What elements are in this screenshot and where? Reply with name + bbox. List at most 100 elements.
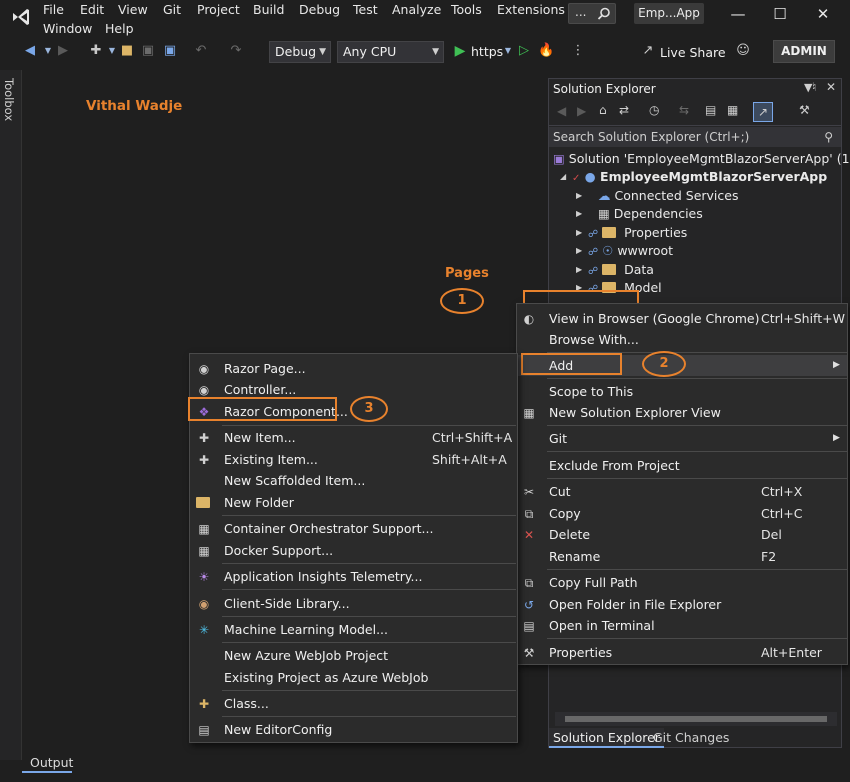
tab-solution-explorer[interactable]: Solution Explorer [549,728,664,748]
live-share-button[interactable]: Live Share [660,45,726,60]
show-all-files-icon[interactable]: ▦ [727,103,738,117]
menu-extensions[interactable]: Extensions [497,2,565,17]
forward-icon[interactable]: ▶ [577,104,586,118]
tree-node-label: Dependencies [613,206,703,221]
forward-icon[interactable]: ▶ [55,43,71,59]
hot-reload-icon[interactable]: 🔥 [538,43,554,59]
menu-copy-full-path[interactable]: ⧉ Copy Full Path [517,572,847,593]
back-icon[interactable]: ◀ [557,104,566,118]
toolbox-tab[interactable]: Toolbox [2,78,16,121]
preview-selected-icon[interactable]: ↗ [753,102,773,122]
toolbar-overflow-icon[interactable]: ⋮ [570,43,586,59]
feedback-icon[interactable]: ☺ [735,43,751,59]
close-icon[interactable]: ✕ [803,2,843,26]
menu-exclude-from-project[interactable]: Exclude From Project [517,455,847,476]
maximize-icon[interactable]: ☐ [760,2,800,26]
menu-debug[interactable]: Debug [299,2,340,17]
menu-new-folder[interactable]: New Folder [190,492,517,513]
menu-build[interactable]: Build [253,2,284,17]
menu-analyze[interactable]: Analyze [392,2,441,17]
menu-docker-support[interactable]: ▦ Docker Support... [190,540,517,561]
menu-open-folder[interactable]: ↺ Open Folder in File Explorer [517,594,847,615]
tree-solution-node[interactable]: ▣ Solution 'EmployeeMgmtBlazorServerApp'… [553,150,850,168]
menu-container-orchestrator[interactable]: ▦ Container Orchestrator Support... [190,518,517,539]
terminal-icon: ▤ [523,619,535,633]
menu-class[interactable]: ✚ Class... [190,693,517,714]
menu-view[interactable]: View [118,2,148,17]
menu-cut[interactable]: ✂ Cut Ctrl+X [517,481,847,502]
tree-project-node[interactable]: ◢ ✓ ● EmployeeMgmtBlazorServerApp [558,168,827,186]
menu-project[interactable]: Project [197,2,240,17]
horizontal-scrollbar[interactable] [555,712,837,726]
new-dropdown-icon[interactable]: ▼ [104,43,120,59]
menu-machine-learning-model[interactable]: ✳ Machine Learning Model... [190,619,517,640]
start-debugging-icon[interactable]: ▶ [452,43,468,59]
submenu-arrow-icon: ▶ [833,433,840,443]
menu-rename[interactable]: Rename F2 [517,546,847,567]
menu-label: Scope to This [549,384,634,399]
undo-icon[interactable]: ↶ [193,43,209,59]
menu-new-azure-webjob[interactable]: New Azure WebJob Project [190,645,517,666]
live-share-icon[interactable]: ↗ [640,43,656,59]
output-tab[interactable]: Output [30,755,73,770]
menu-git[interactable]: Git ▶ [517,428,847,449]
properties-wrench-icon[interactable]: ⚒ [799,103,810,117]
menu-window[interactable]: Window [43,21,92,36]
menu-delete[interactable]: ✕ Delete Del [517,524,847,545]
save-icon[interactable]: ▣ [140,43,156,59]
open-folder-icon[interactable]: ■ [119,43,135,59]
minimize-icon[interactable]: — [718,2,758,26]
admin-badge[interactable]: ADMIN [773,40,835,63]
menu-copy[interactable]: ⧉ Copy Ctrl+C [517,503,847,524]
solution-explorer-search[interactable]: Search Solution Explorer (Ctrl+;) ⚲ [549,127,841,147]
menu-scope-to-this[interactable]: Scope to This [517,381,847,402]
new-project-icon[interactable]: ✚ [88,43,104,59]
menu-properties[interactable]: ⚒ Properties Alt+Enter [517,642,847,663]
menu-git[interactable]: Git [163,2,181,17]
swap-icon[interactable]: ⇆ [679,103,689,117]
sync-icon[interactable]: ⇄ [619,103,629,117]
start-without-debugging-icon[interactable]: ▷ [516,43,532,59]
run-target-label[interactable]: https [471,44,503,59]
scrollbar-thumb[interactable] [565,716,827,722]
menu-new-editorconfig[interactable]: ▤ New EditorConfig [190,719,517,740]
collapse-all-icon[interactable]: ▤ [705,103,716,117]
menu-help[interactable]: Help [105,21,134,36]
menu-test[interactable]: Test [353,2,378,17]
tree-properties[interactable]: ▶ ☍ Properties [576,224,687,242]
menu-new-solution-explorer-view[interactable]: ▦ New Solution Explorer View [517,402,847,423]
back-dropdown-icon[interactable]: ▼ [40,43,56,59]
menu-client-side-library[interactable]: ◉ Client-Side Library... [190,593,517,614]
menu-existing-azure-webjob[interactable]: Existing Project as Azure WebJob [190,667,517,688]
menu-existing-item[interactable]: ✚ Existing Item... Shift+Alt+A [190,449,517,470]
tree-dependencies[interactable]: ▶ ▦ Dependencies [576,205,703,223]
menu-razor-page[interactable]: ◉ Razor Page... [190,358,517,379]
tree-data[interactable]: ▶ ☍ Data [576,261,654,279]
tab-git-changes[interactable]: Git Changes [653,728,729,748]
solution-platform-combo[interactable]: Any CPU ▼ [337,41,444,63]
tree-wwwroot[interactable]: ▶ ☍ ☉ wwwroot [576,242,673,260]
pin-icon[interactable]: ♮ [812,80,816,94]
save-all-icon[interactable]: ▣ [162,43,178,59]
run-target-dropdown-icon[interactable]: ▼ [500,43,516,59]
close-panel-icon[interactable]: ✕ [826,80,836,94]
menu-open-in-terminal[interactable]: ▤ Open in Terminal [517,615,847,636]
menu-new-scaffolded-item[interactable]: New Scaffolded Item... [190,470,517,491]
history-icon[interactable]: ◷ [649,103,659,117]
menu-tools[interactable]: Tools [451,2,482,17]
global-search-box[interactable]: ... [568,3,616,24]
solution-configuration-combo[interactable]: Debug ▼ [269,41,331,63]
controller-icon: ◉ [198,383,210,397]
menu-label: New EditorConfig [224,722,333,737]
menu-application-insights[interactable]: ☀ Application Insights Telemetry... [190,566,517,587]
home-icon[interactable]: ⌂ [599,103,607,117]
menu-file[interactable]: File [43,2,64,17]
redo-icon[interactable]: ↷ [228,43,244,59]
menu-edit[interactable]: Edit [80,2,104,17]
step-1-callout: 1 [440,288,484,314]
menu-new-item[interactable]: ✚ New Item... Ctrl+Shift+A [190,427,517,448]
back-icon[interactable]: ◀ [22,43,38,59]
menu-browse-with[interactable]: Browse With... [517,329,847,350]
menu-view-in-browser[interactable]: ◐ View in Browser (Google Chrome) Ctrl+S… [517,308,847,329]
tree-connected-services[interactable]: ▶ ☁ Connected Services [576,187,738,205]
